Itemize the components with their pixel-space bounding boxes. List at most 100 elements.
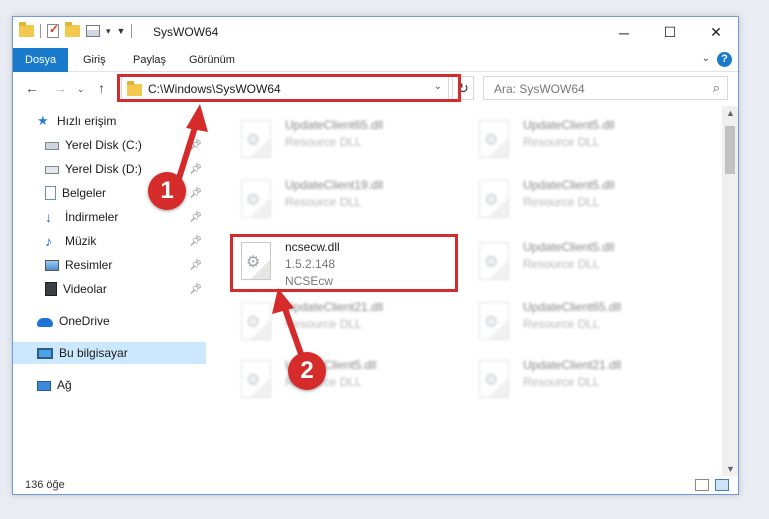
step-1-badge: 1 — [148, 172, 186, 210]
sidebar-item-music[interactable]: ♪ Müzik 📌︎ — [13, 230, 206, 252]
drive-icon — [45, 142, 59, 150]
file-description: Resource DLL — [523, 135, 600, 149]
file-name: UpdateClient21.dll — [285, 300, 384, 314]
search-icon: ⌕ — [712, 80, 720, 95]
close-button[interactable]: ✕ — [693, 17, 738, 48]
tab-file[interactable]: Dosya — [13, 48, 69, 72]
properties-icon[interactable] — [86, 25, 100, 37]
step-2-badge: 2 — [288, 352, 326, 390]
sidebar-item-label: Belgeler — [62, 186, 107, 200]
file-description: Resource DLL — [523, 317, 600, 331]
sidebar-item-label: Hızlı erişim — [57, 114, 117, 128]
search-input[interactable]: Ara: SysWOW64 ⌕ — [483, 76, 728, 100]
vertical-scrollbar[interactable]: ▲ ▼ — [722, 106, 738, 476]
gear-icon: ⚙ — [484, 132, 499, 149]
gear-icon: ⚙ — [484, 254, 499, 271]
up-arrow-icon[interactable]: ↑ — [98, 80, 105, 96]
star-icon: ★ — [37, 113, 49, 128]
pin-icon[interactable]: 📌︎ — [189, 188, 202, 199]
sidebar-item-this-pc[interactable]: Bu bilgisayar — [13, 342, 206, 364]
network-icon — [37, 381, 51, 391]
sidebar-item-label: Bu bilgisayar — [59, 346, 128, 360]
videos-icon — [45, 282, 57, 296]
scroll-up-icon[interactable]: ▲ — [726, 108, 735, 118]
explorer-window: ▾ ▼ SysWOW64 ─ ☐ ✕ Dosya Giriş Paylaş Gö… — [12, 16, 739, 495]
help-icon[interactable]: ? — [717, 52, 732, 67]
navigation-pane: ★ Hızlı erişim Yerel Disk (C:) 📌︎ Yerel … — [13, 106, 206, 476]
file-description: Resource DLL — [523, 375, 600, 389]
address-bar[interactable]: C:\Windows\SysWOW64 ⌄ — [121, 76, 449, 100]
customize-toolbar-icon[interactable]: ▼ — [117, 26, 126, 36]
sidebar-item-disk-c[interactable]: Yerel Disk (C:) 📌︎ — [13, 134, 206, 156]
list-item[interactable]: ⚙ UpdateClient5.dll Resource DLL — [465, 238, 685, 288]
chevron-down-icon[interactable]: ⌄ — [434, 81, 442, 92]
scroll-down-icon[interactable]: ▼ — [726, 464, 735, 474]
tab-share[interactable]: Paylaş — [133, 48, 166, 72]
window-title: SysWOW64 — [153, 25, 219, 39]
file-name: UpdateClient5.dll — [523, 118, 615, 132]
computer-icon — [37, 347, 53, 359]
sidebar-item-onedrive[interactable]: OneDrive — [13, 310, 206, 332]
sidebar-item-quick-access[interactable]: ★ Hızlı erişim — [13, 110, 206, 132]
ribbon-tabs: Dosya Giriş Paylaş Görünüm ⌄ ? — [13, 48, 738, 72]
cloud-icon — [37, 318, 53, 327]
pin-icon[interactable]: 📌︎ — [189, 140, 202, 151]
tab-home[interactable]: Giriş — [83, 48, 106, 72]
file-version: 1.5.2.148 — [285, 257, 336, 271]
gear-icon: ⚙ — [246, 254, 261, 271]
sidebar-item-label: Ağ — [57, 378, 72, 392]
list-item[interactable]: ⚙ UpdateClient21.dll Resource DLL — [465, 356, 685, 406]
pin-icon[interactable]: 📌︎ — [189, 236, 202, 247]
minimize-button[interactable]: ─ — [601, 17, 647, 48]
gear-icon: ⚙ — [246, 192, 261, 209]
ribbon-collapse-icon[interactable]: ⌄ — [702, 53, 710, 64]
file-name: UpdateClient5.dll — [523, 178, 615, 192]
file-description: Resource DLL — [523, 257, 600, 271]
sidebar-item-label: Resimler — [65, 258, 113, 272]
pin-icon[interactable]: 📌︎ — [189, 284, 202, 295]
list-item[interactable]: ⚙ UpdateClient5.dll Resource DLL — [465, 176, 685, 226]
tab-view[interactable]: Görünüm — [189, 48, 235, 72]
quick-access-toolbar: ▾ ▼ — [19, 22, 133, 38]
new-folder-icon[interactable] — [65, 22, 80, 37]
gear-icon: ⚙ — [484, 372, 499, 389]
gear-icon: ⚙ — [484, 192, 499, 209]
pin-icon[interactable]: 📌︎ — [189, 260, 202, 271]
sidebar-item-label: OneDrive — [59, 314, 110, 328]
large-icons-view-icon[interactable] — [715, 479, 729, 491]
chevron-down-icon[interactable]: ▾ — [106, 26, 111, 37]
list-item[interactable]: ⚙ UpdateClient5.dll Resource DLL — [227, 356, 447, 406]
sidebar-item-network[interactable]: Ağ — [13, 374, 206, 396]
list-item[interactable]: ⚙ UpdateClient65.dll Resource DLL — [227, 116, 447, 166]
file-name: UpdateClient65.dll — [523, 300, 622, 314]
sidebar-item-label: Yerel Disk (C:) — [65, 138, 142, 152]
list-item[interactable]: ⚙ UpdateClient65.dll Resource DLL — [465, 298, 685, 348]
refresh-button[interactable]: ↻ — [452, 76, 474, 100]
recent-locations-icon[interactable]: ⌄ — [77, 84, 85, 95]
gear-icon: ⚙ — [246, 314, 261, 331]
details-view-icon[interactable] — [695, 479, 709, 491]
folder-icon — [127, 81, 142, 96]
navigation-bar: ← → ⌄ ↑ C:\Windows\SysWOW64 ⌄ ↻ Ara: Sys… — [13, 72, 738, 106]
sidebar-item-videos[interactable]: Videolar 📌︎ — [13, 278, 206, 300]
forward-arrow-icon[interactable]: → — [53, 80, 67, 96]
item-count: 136 öğe — [25, 479, 65, 491]
status-bar: 136 öğe — [13, 476, 738, 494]
list-item[interactable]: ⚙ UpdateClient19.dll Resource DLL — [227, 176, 447, 226]
back-arrow-icon[interactable]: ← — [25, 80, 39, 96]
pin-icon[interactable]: 📌︎ — [189, 212, 202, 223]
properties-check-icon[interactable] — [47, 22, 59, 38]
list-item-ncsecw[interactable]: ⚙ ncsecw.dll 1.5.2.148 NCSEcw — [227, 238, 447, 288]
scroll-thumb[interactable] — [725, 126, 735, 174]
file-name: ncsecw.dll — [285, 240, 340, 254]
sidebar-item-downloads[interactable]: ↓ İndirmeler 📌︎ — [13, 206, 206, 228]
file-description: Resource DLL — [285, 135, 362, 149]
search-placeholder: Ara: SysWOW64 — [494, 82, 585, 96]
pin-icon[interactable]: 📌︎ — [189, 164, 202, 175]
gear-icon: ⚙ — [484, 314, 499, 331]
sidebar-item-pictures[interactable]: Resimler 📌︎ — [13, 254, 206, 276]
list-item[interactable]: ⚙ UpdateClient5.dll Resource DLL — [465, 116, 685, 166]
sidebar-item-label: Yerel Disk (D:) — [65, 162, 142, 176]
maximize-button[interactable]: ☐ — [647, 17, 693, 48]
list-item[interactable]: ⚙ UpdateClient21.dll Resource DLL — [227, 298, 447, 348]
